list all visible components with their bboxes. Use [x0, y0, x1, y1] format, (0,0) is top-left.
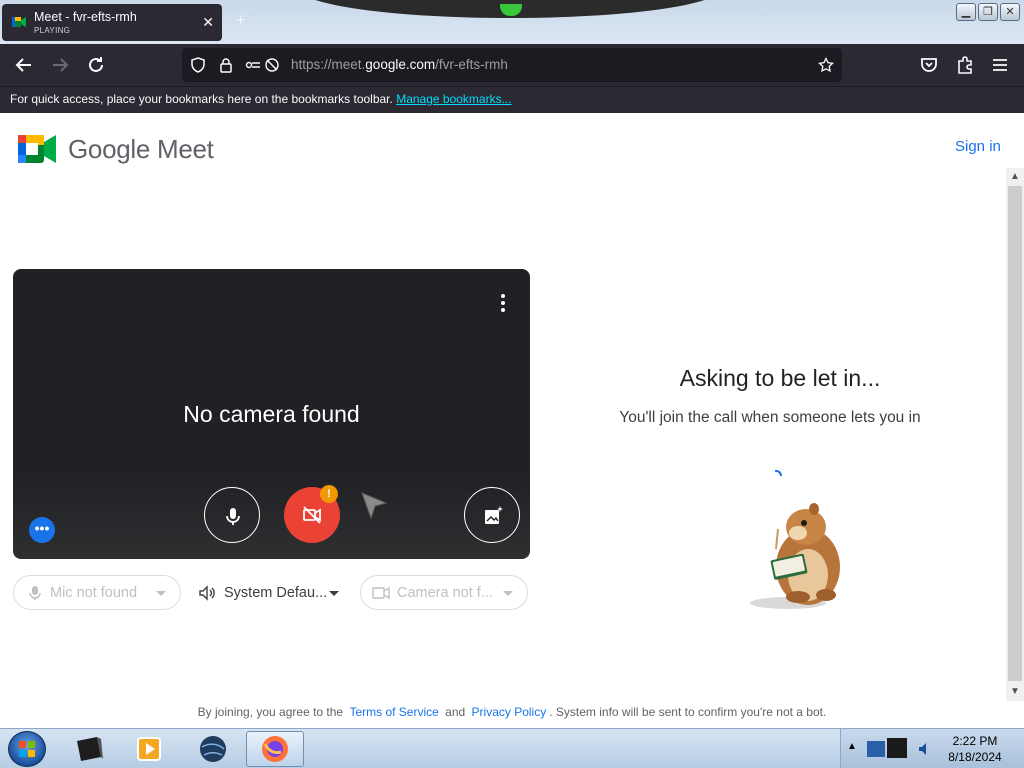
microphone-value: Mic not found [50, 585, 138, 601]
extensions-icon[interactable] [953, 53, 977, 77]
taskbar-clock[interactable]: 2:22 PM 8/18/2024 [940, 733, 1010, 765]
mouse-cursor-icon [361, 492, 388, 520]
firefox-icon [262, 736, 288, 762]
camera-selector[interactable]: Camera not f... [360, 575, 528, 610]
tab-title: Meet - fvr-efts-rmh [34, 10, 137, 24]
lock-icon[interactable] [218, 57, 234, 73]
scroll-thumb[interactable] [1008, 186, 1022, 681]
chevron-down-icon [156, 591, 166, 596]
reload-icon[interactable] [84, 53, 108, 77]
camera-status-message: No camera found [183, 401, 360, 427]
tab-meet[interactable]: Meet - fvr-efts-rmh PLAYING ✕ [2, 4, 222, 41]
network-status-icon[interactable] [865, 735, 911, 763]
taskbar-app-media-player[interactable] [120, 731, 178, 767]
globe-icon [200, 736, 226, 762]
taskbar-app-network[interactable] [184, 731, 242, 767]
permissions-icon[interactable] [245, 57, 261, 73]
terms-of-service-link[interactable]: Terms of Service [349, 705, 438, 719]
microphone-icon [29, 586, 41, 600]
more-options-button[interactable]: ••• [29, 517, 55, 543]
meet-favicon-icon [12, 17, 26, 27]
tab-close-icon[interactable]: ✕ [202, 14, 214, 31]
bookmark-star-icon[interactable] [818, 57, 834, 73]
visual-effects-button[interactable] [464, 487, 520, 543]
windows-logo-icon [19, 741, 35, 757]
scroll-down-icon[interactable]: ▼ [1010, 686, 1020, 697]
terms-notice: By joining, you agree to the Terms of Se… [197, 705, 827, 719]
start-button[interactable] [8, 731, 46, 767]
close-window-button[interactable]: ✕ [1000, 3, 1020, 21]
page-scrollbar[interactable]: ▲ ▼ [1006, 168, 1024, 701]
bookmarks-hint: For quick access, place your bookmarks h… [10, 92, 393, 106]
os-taskbar: ▲ 2:22 PM 8/18/2024 [0, 728, 1024, 768]
microphone-icon [226, 508, 240, 525]
taskbar-app-firefox[interactable] [246, 731, 304, 767]
tray-expand-icon[interactable]: ▲ [847, 741, 857, 752]
url-text[interactable]: https://meet.google.com/fvr-efts-rmh [291, 57, 508, 72]
privacy-policy-link[interactable]: Privacy Policy [472, 705, 547, 719]
camera-off-icon [303, 506, 321, 524]
browser-tab-strip: Meet - fvr-efts-rmh PLAYING ✕ + ▁ ❐ ✕ [0, 0, 1024, 44]
chevron-down-icon [503, 591, 513, 596]
tracking-blocked-icon[interactable] [264, 57, 280, 73]
speaker-icon [199, 585, 215, 601]
shield-icon[interactable] [190, 57, 206, 73]
join-status-title: Asking to be let in... [679, 365, 881, 391]
camera-value: Camera not f... [397, 585, 493, 601]
manage-bookmarks-link[interactable]: Manage bookmarks... [396, 92, 511, 106]
volume-icon[interactable] [917, 741, 933, 757]
menu-hamburger-icon[interactable] [988, 53, 1012, 77]
microphone-button[interactable] [204, 487, 260, 543]
brand-name: Google Meet [68, 133, 214, 164]
hamster-reading-illustration [750, 503, 840, 609]
restore-button[interactable]: ❐ [978, 3, 998, 21]
microphone-selector[interactable]: Mic not found [13, 575, 181, 610]
camera-icon [372, 586, 390, 600]
desktop-gadget [300, 0, 720, 18]
speaker-selector[interactable]: System Defau... [187, 575, 352, 610]
new-tab-button[interactable]: + [236, 12, 245, 30]
tab-audio-status: PLAYING [34, 26, 71, 35]
more-vert-icon[interactable] [498, 293, 508, 313]
meet-logo-icon [18, 135, 56, 163]
video-preview: No camera found ! ••• [13, 269, 530, 559]
pocket-icon[interactable] [917, 53, 941, 77]
camera-toggle-button[interactable]: ! [284, 485, 340, 543]
visual-effects-icon [485, 506, 503, 524]
loading-spinner-icon [774, 470, 782, 477]
minimize-button[interactable]: ▁ [956, 3, 976, 21]
terminal-icon [77, 737, 103, 761]
bookmarks-toolbar: For quick access, place your bookmarks h… [0, 86, 1024, 113]
meet-page: Google Meet Sign in ▲ ▼ No camera found … [0, 113, 1024, 728]
scroll-up-icon[interactable]: ▲ [1010, 171, 1020, 182]
taskbar-app-terminal[interactable] [60, 731, 118, 767]
window-controls: ▁ ❐ ✕ [956, 3, 1020, 21]
camera-warning-badge: ! [320, 485, 338, 503]
google-meet-logo[interactable]: Google Meet [18, 133, 214, 165]
speaker-value: System Defau... [224, 585, 328, 601]
navigation-toolbar: https://meet.google.com/fvr-efts-rmh [0, 44, 1024, 86]
join-status-subtitle: You'll join the call when someone lets y… [619, 409, 921, 426]
chevron-down-icon [329, 591, 339, 596]
forward-arrow-icon[interactable] [48, 53, 72, 77]
clock-date: 8/18/2024 [948, 750, 1002, 764]
clock-time: 2:22 PM [952, 734, 998, 748]
address-bar[interactable]: https://meet.google.com/fvr-efts-rmh [182, 48, 842, 82]
sign-in-link[interactable]: Sign in [955, 138, 1001, 155]
media-player-icon [137, 737, 161, 761]
back-arrow-icon[interactable] [12, 53, 36, 77]
